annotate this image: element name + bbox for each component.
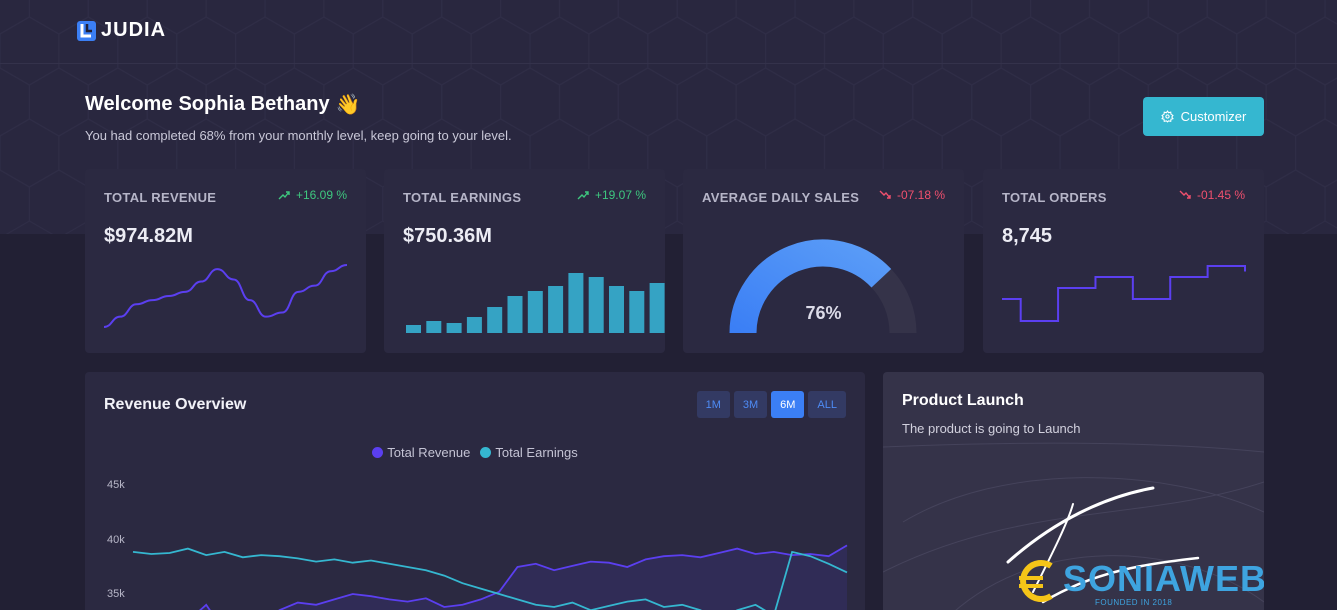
- hex-cell: [912, 67, 973, 137]
- hex-cell: [0, 67, 30, 137]
- sales-gauge: [729, 239, 917, 334]
- hex-cell: [735, 67, 796, 137]
- logo-icon: [77, 20, 96, 41]
- customizer-button[interactable]: Customizer: [1143, 97, 1264, 136]
- earnings-bar: [609, 286, 624, 333]
- earnings-bar: [548, 286, 564, 333]
- hex-cell: [0, 118, 60, 188]
- product-launch-title: Product Launch: [902, 392, 1024, 409]
- welcome-section: Welcome Sophia Bethany 👋 You had complet…: [85, 92, 512, 143]
- welcome-subtitle: You had completed 68% from your monthly …: [85, 128, 512, 143]
- earnings-bar: [426, 321, 442, 333]
- welcome-user-name: Sophia Bethany: [178, 93, 330, 115]
- earnings-bar: [466, 317, 482, 333]
- hex-cell: [558, 67, 619, 137]
- earnings-bar-chart: [406, 273, 665, 333]
- welcome-greeting: Welcome: [85, 93, 173, 115]
- hex-cell: [1265, 67, 1326, 137]
- hex-cell: [1324, 179, 1337, 229]
- earnings-bar: [507, 296, 523, 333]
- brand-logo[interactable]: JUDIA: [77, 19, 166, 42]
- hex-cell: [676, 67, 737, 137]
- hex-cell: [1030, 67, 1091, 137]
- euro-icon: [1019, 560, 1053, 602]
- top-navbar: JUDIA: [0, 0, 1337, 64]
- hex-cell: [853, 67, 914, 137]
- hex-cell: [617, 67, 678, 137]
- gear-icon: [1160, 110, 1174, 123]
- earnings-bar: [629, 291, 645, 333]
- earnings-bar: [487, 307, 503, 333]
- stat-card-average-daily-sales: AVERAGE DAILY SALES -07.18 % 76%: [683, 169, 964, 353]
- earnings-bar: [588, 277, 604, 333]
- hex-cell: [0, 169, 30, 234]
- watermark-text: SONIAWEB: [1063, 558, 1264, 599]
- stat-card-total-orders: TOTAL ORDERS -01.45 % 8,745: [983, 169, 1264, 353]
- hex-cell: [1088, 67, 1149, 137]
- earnings-bar: [527, 291, 543, 333]
- revenue-overview-card: Revenue Overview 1M 3M 6M ALL Total Reve…: [85, 372, 865, 610]
- watermark-logo: SONIAWEB FOUNDED IN 2018: [1013, 548, 1264, 610]
- revenue-sparkline: [103, 264, 348, 328]
- hex-cell: [28, 169, 89, 234]
- total-revenue-area: [200, 545, 847, 610]
- earnings-bar: [446, 323, 462, 333]
- hex-cell: [1324, 77, 1337, 127]
- hex-cell: [28, 67, 89, 137]
- brand-name: JUDIA: [101, 19, 167, 41]
- product-launch-subtitle: The product is going to Launch: [902, 421, 1081, 436]
- hex-cell: [971, 67, 1032, 137]
- earnings-bar: [568, 273, 584, 333]
- hex-cell: [1295, 118, 1337, 188]
- earnings-bar: [406, 325, 421, 333]
- hex-cell: [794, 67, 855, 137]
- watermark-subtext: FOUNDED IN 2018: [1095, 598, 1173, 607]
- revenue-overview-chart: [132, 544, 848, 610]
- orders-step-line: [1002, 265, 1246, 322]
- earnings-bar: [649, 283, 665, 333]
- orders-step-chart: [1002, 265, 1246, 322]
- sparkline-line: [103, 264, 348, 328]
- customizer-label: Customizer: [1180, 109, 1247, 124]
- gauge-value: 76%: [805, 303, 842, 323]
- waving-hand-icon: 👋: [335, 94, 361, 116]
- product-launch-card: Product Launch The product is going to L…: [883, 372, 1264, 610]
- stat-card-total-revenue: TOTAL REVENUE +16.09 % $974.82M: [85, 169, 366, 353]
- stat-card-total-earnings: TOTAL EARNINGS +19.07 % $750.36M: [384, 169, 665, 353]
- hex-cell: [1265, 169, 1326, 234]
- page-title: Welcome Sophia Bethany 👋: [85, 92, 512, 117]
